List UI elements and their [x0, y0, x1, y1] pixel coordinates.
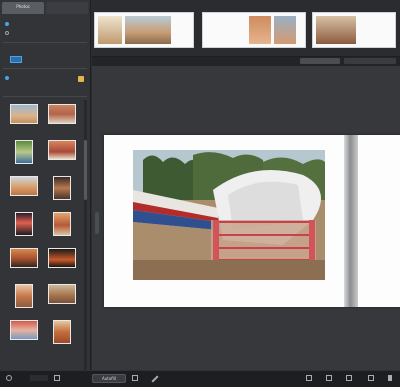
photo-grid [8, 104, 78, 350]
scrollbar-thumb[interactable] [84, 140, 87, 200]
radio-on-icon[interactable] [5, 76, 9, 80]
photo-thumb[interactable] [8, 212, 40, 242]
page-thumb-blank [206, 16, 246, 44]
divider [3, 42, 87, 43]
photo-thumb[interactable] [46, 248, 78, 278]
photo-thumb[interactable] [46, 212, 78, 242]
page-thumb[interactable] [202, 12, 306, 48]
photo-image [53, 212, 71, 236]
sidebar-tabs: Photos [0, 0, 90, 14]
page-thumb-selected[interactable] [94, 12, 194, 48]
photo-image [10, 320, 38, 340]
page-icon[interactable] [368, 375, 374, 381]
page-icon[interactable] [326, 375, 332, 381]
tab-secondary[interactable] [46, 2, 88, 14]
tab-photos[interactable]: Photos [2, 2, 44, 14]
boat-photo[interactable] [133, 150, 325, 280]
panel-collapse-handle[interactable] [95, 212, 99, 234]
photo-thumb[interactable] [46, 320, 78, 350]
radio-on-icon[interactable] [5, 22, 9, 26]
photo-sidebar: Photos [0, 0, 91, 370]
book-gutter [344, 135, 358, 307]
settings-icon[interactable] [388, 375, 392, 381]
page-thumb-photo [249, 16, 271, 44]
photo-image [15, 284, 33, 308]
status-bar: Autofill [0, 370, 400, 387]
page-thumb-photo [274, 16, 296, 44]
page-thumb-blank [359, 16, 379, 44]
photo-thumb[interactable] [46, 176, 78, 206]
photo-image [15, 140, 33, 164]
pencil-icon[interactable] [151, 375, 159, 383]
photo-thumb[interactable] [46, 284, 78, 314]
photo-image [48, 284, 76, 304]
photo-thumb[interactable] [8, 176, 40, 206]
photo-image [10, 104, 38, 124]
page-thumb-photo [125, 16, 171, 44]
photo-thumb[interactable] [8, 140, 40, 170]
photo-thumb[interactable] [46, 140, 78, 170]
option-row-1[interactable] [5, 22, 9, 26]
page-thumb[interactable] [312, 12, 396, 48]
photo-thumb[interactable] [8, 248, 40, 278]
page-icon[interactable] [346, 375, 352, 381]
photo-image [48, 104, 76, 124]
page-thumb-photo [316, 16, 356, 44]
view-toggle[interactable] [300, 58, 340, 64]
photo-image [48, 140, 76, 160]
layout-icon[interactable] [132, 375, 138, 381]
autofill-button[interactable]: Autofill [92, 374, 126, 383]
photo-image [10, 176, 38, 196]
view-toggle[interactable] [344, 58, 396, 64]
photo-thumb[interactable] [8, 320, 40, 350]
photo-thumb[interactable] [46, 104, 78, 134]
grid-icon[interactable] [306, 375, 312, 381]
photo-image [48, 248, 76, 268]
radio-off-icon[interactable] [5, 31, 9, 35]
photo-thumb[interactable] [8, 104, 40, 134]
selected-swatch[interactable] [10, 56, 22, 63]
page-thumb-photo [98, 16, 122, 44]
editor-canvas [92, 66, 400, 370]
divider [3, 68, 87, 69]
chevron-down-icon[interactable] [54, 375, 60, 381]
boat-photo-image [133, 150, 325, 280]
source-row[interactable] [5, 76, 9, 80]
page-strip [92, 0, 400, 57]
folder-icon[interactable] [78, 76, 84, 82]
photo-image [53, 320, 71, 344]
photo-thumb[interactable] [8, 284, 40, 314]
settings-icon[interactable] [6, 375, 12, 381]
zoom-icon[interactable] [30, 375, 48, 381]
divider [3, 96, 87, 97]
photo-image [10, 248, 38, 268]
option-row-2[interactable] [5, 31, 9, 35]
photo-image [15, 212, 33, 236]
photo-image [53, 176, 71, 200]
view-toolbar [92, 57, 400, 66]
sidebar-scrollbar[interactable] [84, 100, 87, 370]
book-spread[interactable] [104, 135, 400, 307]
